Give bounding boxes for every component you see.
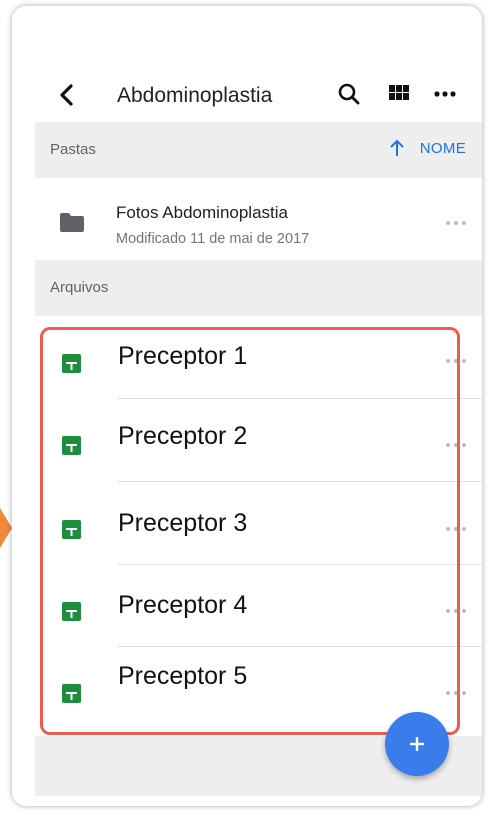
- folders-section-label: Pastas: [50, 141, 96, 158]
- files-section-header: Arquivos: [35, 260, 482, 316]
- search-icon[interactable]: [335, 80, 363, 108]
- folder-icon: [60, 213, 84, 232]
- page-title: Abdominoplastia: [117, 84, 273, 107]
- folder-name: Fotos Abdominoplastia: [116, 203, 288, 222]
- callout-arrow-icon: [0, 508, 12, 548]
- arrow-up-icon: [390, 139, 404, 156]
- grid-view-icon[interactable]: [388, 82, 410, 104]
- folder-more-icon[interactable]: [444, 218, 468, 228]
- sort-by-name-button[interactable]: NOME: [388, 138, 466, 158]
- plus-icon: [410, 737, 424, 751]
- highlight-box: [40, 327, 460, 735]
- files-section-label: Arquivos: [50, 279, 109, 296]
- back-icon[interactable]: [52, 80, 82, 110]
- sort-label: NOME: [419, 139, 466, 157]
- more-horizontal-icon[interactable]: [432, 82, 460, 104]
- folder-row[interactable]: Fotos Abdominoplastia Modificado 11 de m…: [12, 184, 482, 264]
- app-bar: Abdominoplastia: [12, 66, 482, 126]
- folder-modified-date: Modificado 11 de mai de 2017: [116, 231, 310, 247]
- add-fab-button[interactable]: [385, 712, 449, 776]
- folders-section-header: Pastas NOME: [35, 122, 482, 178]
- phone-screen: Abdominoplastia Pastas NOME Fotos Abdomi…: [12, 6, 482, 806]
